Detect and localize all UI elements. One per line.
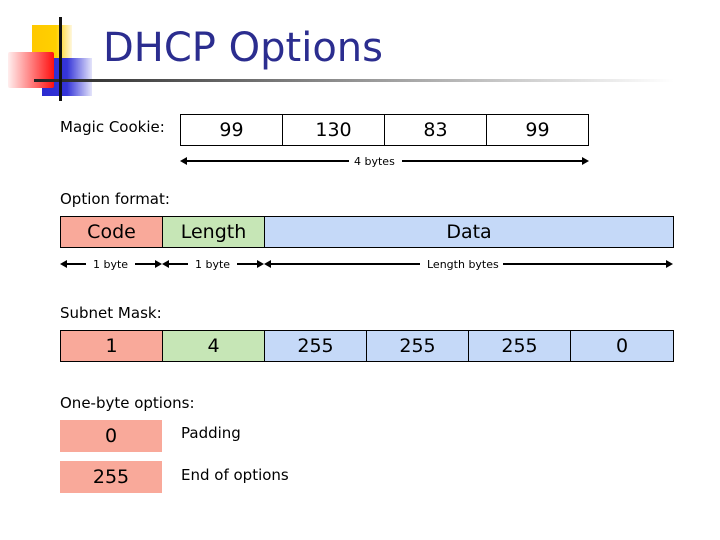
code-field: Code (61, 217, 163, 247)
span-arrow-line (402, 160, 582, 162)
magic-cookie-span-label: 4 bytes (354, 155, 395, 168)
arrow-right-icon (155, 260, 162, 268)
magic-cookie-byte: 83 (385, 115, 487, 145)
span-arrow-line (186, 160, 349, 162)
logo-vertical-line (59, 17, 62, 101)
data-field: Data (265, 217, 673, 247)
magic-cookie-byte: 99 (181, 115, 283, 145)
subnet-code-byte: 1 (61, 331, 163, 361)
code-size-label: 1 byte (93, 258, 129, 271)
magic-cookie-row: 99 130 83 99 (180, 114, 589, 146)
slide-title: DHCP Options (103, 25, 383, 71)
logo-red-square (8, 52, 54, 88)
span-arrow-line (168, 263, 188, 265)
magic-cookie-byte: 130 (283, 115, 385, 145)
subnet-data-byte: 255 (265, 331, 367, 361)
span-arrow-line (66, 263, 86, 265)
subnet-data-byte: 255 (469, 331, 571, 361)
option-format-label: Option format: (60, 190, 170, 208)
magic-cookie-byte: 99 (487, 115, 588, 145)
arrow-right-icon (666, 260, 673, 268)
end-of-options-code: 255 (60, 461, 162, 493)
data-size-label: Length bytes (427, 258, 499, 271)
subnet-mask-label: Subnet Mask: (60, 304, 162, 322)
padding-description: Padding (181, 424, 241, 442)
padding-code: 0 (60, 420, 162, 452)
span-arrow-line (135, 263, 155, 265)
subnet-data-byte: 255 (367, 331, 469, 361)
option-format-row: Code Length Data (60, 216, 674, 248)
length-field: Length (163, 217, 265, 247)
one-byte-options-label: One-byte options: (60, 394, 195, 412)
span-arrow-line (270, 263, 420, 265)
arrow-right-icon (582, 157, 589, 165)
subnet-data-byte: 0 (571, 331, 673, 361)
length-size-label: 1 byte (195, 258, 231, 271)
subnet-length-byte: 4 (163, 331, 265, 361)
span-arrow-line (503, 263, 666, 265)
arrow-right-icon (257, 260, 264, 268)
span-arrow-line (237, 263, 257, 265)
subnet-mask-row: 1 4 255 255 255 0 (60, 330, 674, 362)
end-of-options-description: End of options (181, 466, 289, 484)
title-rule (34, 79, 674, 82)
magic-cookie-label: Magic Cookie: (60, 118, 165, 136)
